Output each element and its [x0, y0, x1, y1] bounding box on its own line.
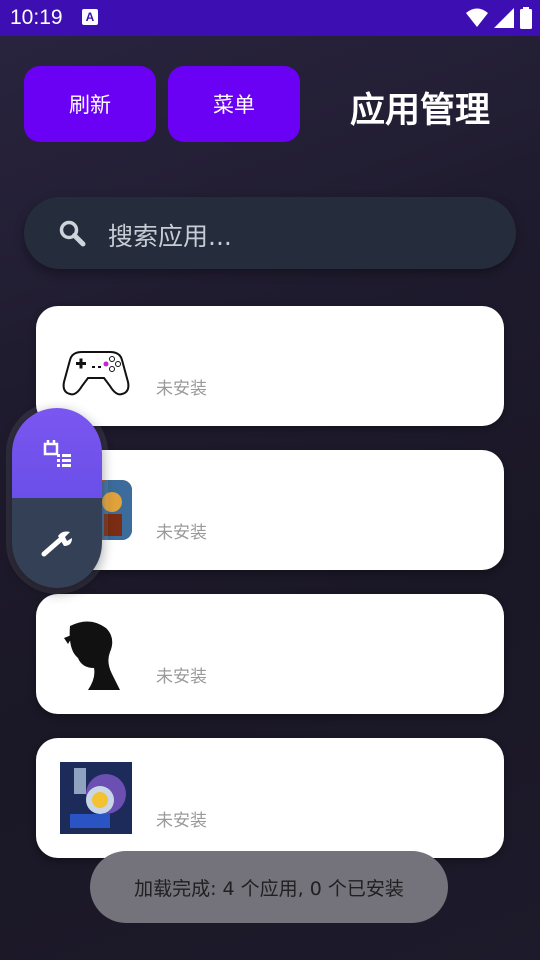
space-game-icon — [60, 762, 132, 834]
app-list-icon — [43, 440, 71, 467]
status-bar: 10:19 A — [0, 0, 540, 36]
tools-button[interactable] — [12, 498, 102, 588]
notification-icon: A — [82, 9, 98, 25]
status-time: 10:19 — [10, 6, 63, 29]
menu-button[interactable]: 菜单 — [168, 66, 300, 142]
silhouette-art-icon — [60, 618, 132, 690]
battery-icon — [520, 7, 532, 29]
refresh-button[interactable]: 刷新 — [24, 66, 156, 142]
app-card[interactable]: 未安装 — [36, 450, 504, 570]
floating-toolbar — [12, 408, 102, 588]
status-icons — [466, 7, 532, 29]
page-title: 应用管理 — [349, 91, 490, 131]
search-placeholder: 搜索应用... — [108, 222, 232, 251]
install-status: 未安装 — [156, 523, 207, 543]
install-status: 未安装 — [156, 811, 207, 831]
app-card[interactable]: 未安装 — [36, 738, 504, 858]
wrench-icon — [41, 531, 72, 557]
gamepad-icon — [62, 351, 130, 396]
app-card[interactable]: 未安装 — [36, 306, 504, 426]
search-icon — [59, 220, 86, 247]
install-status: 未安装 — [156, 379, 207, 399]
search-input[interactable]: 搜索应用... — [24, 197, 516, 269]
install-status: 未安装 — [156, 667, 207, 687]
signal-icon — [494, 8, 514, 28]
wifi-icon — [466, 8, 488, 27]
app-card[interactable]: 未安装 — [36, 594, 504, 714]
toast-message: 加载完成: 4 个应用, 0 个已安装 — [90, 851, 448, 923]
app-list-button[interactable] — [12, 408, 102, 498]
